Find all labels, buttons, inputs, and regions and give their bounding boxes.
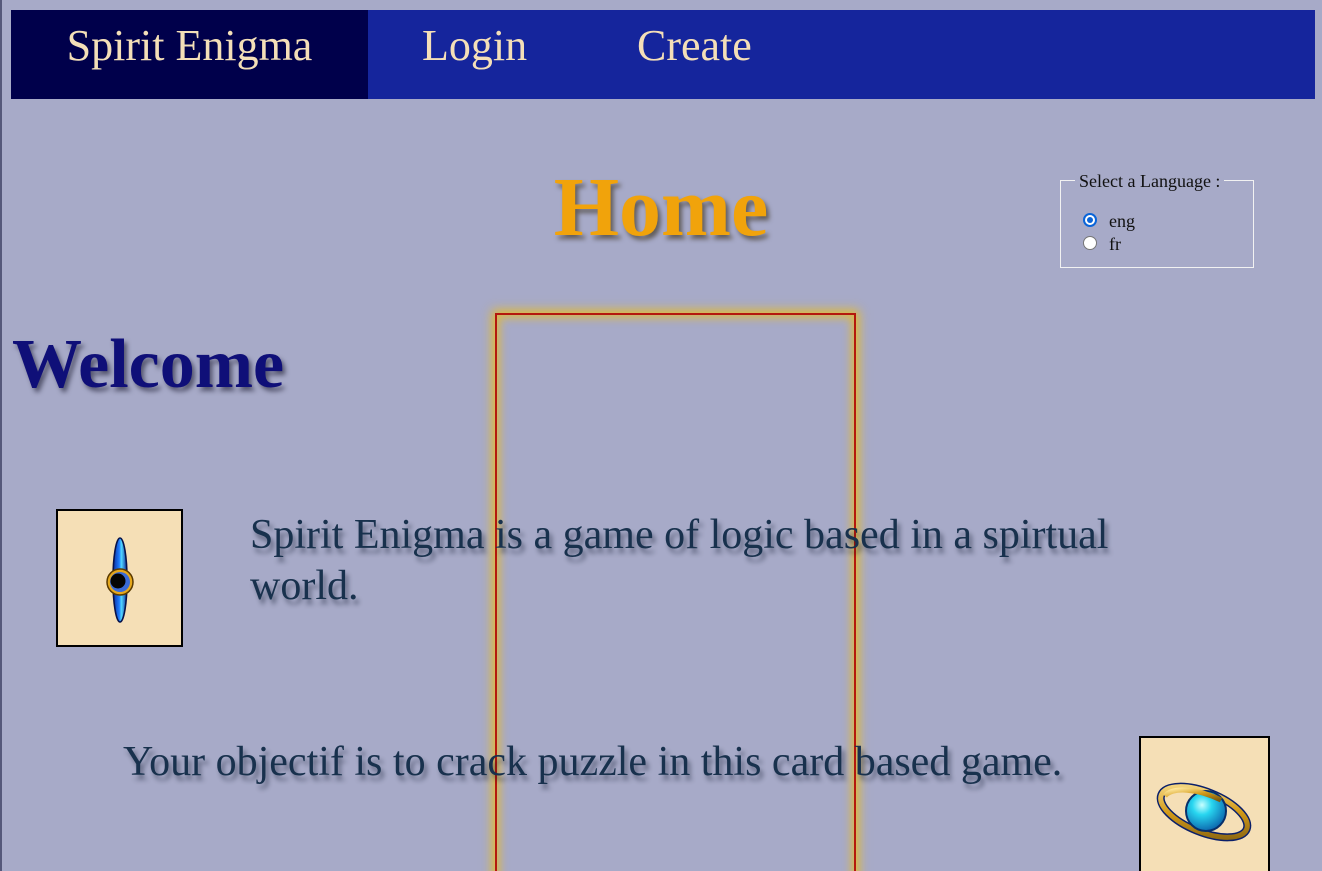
spirit-eye-icon — [106, 537, 134, 623]
spirit-eye-card — [56, 509, 183, 647]
top-navbar: Spirit Enigma Login Create — [11, 10, 1315, 99]
language-label-eng: eng — [1109, 211, 1135, 231]
nav-create-link[interactable]: Create — [637, 10, 752, 99]
radio-fr[interactable] — [1083, 236, 1097, 250]
language-legend: Select a Language : — [1075, 171, 1225, 191]
planet-orb-icon — [1156, 782, 1252, 842]
left-edge-border — [0, 0, 2, 871]
language-label-fr: fr — [1109, 234, 1121, 254]
radio-eng[interactable] — [1083, 213, 1097, 227]
planet-orb-card — [1139, 736, 1270, 871]
welcome-heading: Welcome — [12, 326, 285, 403]
intro-paragraph: Spirit Enigma is a game of logic based i… — [250, 512, 1109, 609]
nav-brand-link[interactable]: Spirit Enigma — [11, 10, 368, 99]
nav-login-link[interactable]: Login — [422, 10, 527, 99]
objective-paragraph: Your objectif is to crack puzzle in this… — [123, 739, 1063, 785]
language-selector: Select a Language : eng fr — [1060, 171, 1254, 268]
